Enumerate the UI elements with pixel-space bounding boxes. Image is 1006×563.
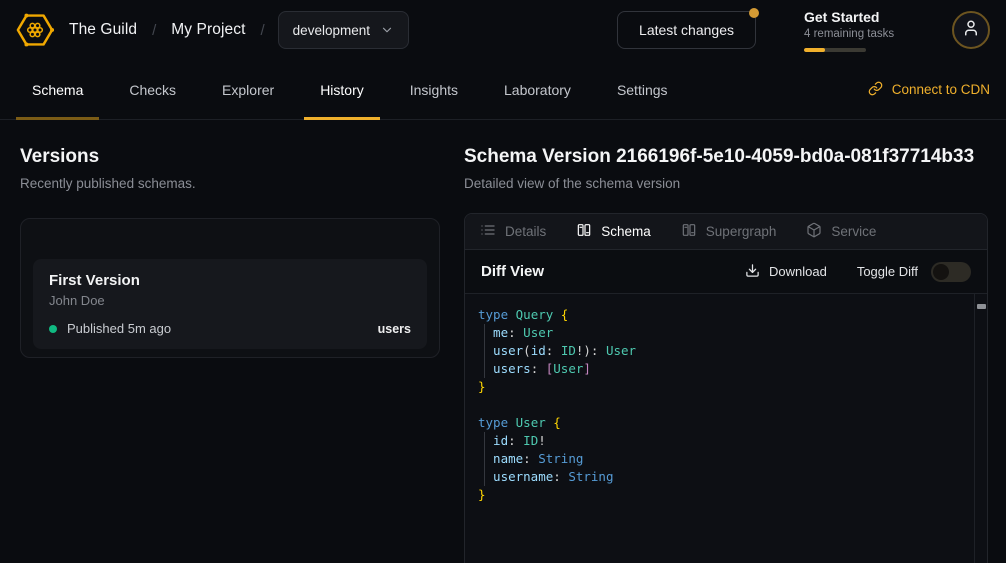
- code-line: me: User: [478, 324, 965, 342]
- detail-tab-service[interactable]: Service: [806, 222, 876, 241]
- nav-tab-settings[interactable]: Settings: [601, 60, 684, 119]
- connect-to-cdn-button[interactable]: Connect to CDN: [868, 60, 990, 119]
- get-started-subtitle: 4 remaining tasks: [804, 28, 900, 40]
- app-window: The Guild / My Project / development Lat…: [0, 0, 1006, 563]
- nav-tab-label: Laboratory: [504, 82, 571, 98]
- detail-tabstrip: Details Schema Supergraph: [465, 214, 987, 250]
- connect-to-cdn-label: Connect to CDN: [892, 82, 990, 97]
- nav-tab-laboratory[interactable]: Laboratory: [488, 60, 587, 119]
- breadcrumb-separator: /: [152, 22, 156, 39]
- diff-view-title: Diff View: [481, 263, 544, 280]
- code-line: user(id: ID!): User: [478, 342, 965, 360]
- top-header: The Guild / My Project / development Lat…: [0, 0, 1006, 60]
- versions-panel: Versions Recently published schemas. Fir…: [20, 146, 440, 563]
- get-started-progress-track: [804, 48, 866, 52]
- user-avatar[interactable]: [952, 11, 990, 49]
- code-line: }: [478, 378, 965, 396]
- versions-subtitle: Recently published schemas.: [20, 176, 440, 191]
- columns-icon: [576, 222, 592, 241]
- nav-tab-label: Schema: [32, 82, 83, 98]
- schema-code-viewer[interactable]: type Query { me: User user(id: ID!): Use…: [465, 293, 987, 563]
- columns-icon: [681, 222, 697, 241]
- get-started-title: Get Started: [804, 9, 900, 25]
- toggle-diff-label: Toggle Diff: [857, 264, 918, 279]
- link-icon: [868, 81, 883, 99]
- detail-tab-label: Service: [831, 224, 876, 239]
- nav-tab-label: Settings: [617, 82, 668, 98]
- status-dot: [49, 325, 57, 333]
- detail-tab-details[interactable]: Details: [480, 222, 546, 241]
- breadcrumb-org[interactable]: The Guild: [69, 21, 137, 39]
- code-line: username: String: [478, 468, 965, 486]
- versions-card: First Version John Doe Published 5m ago …: [20, 218, 440, 358]
- primary-nav: Schema Checks Explorer History Insights …: [0, 60, 1006, 120]
- indent-guide: [484, 432, 485, 486]
- code-scrollbar[interactable]: [974, 294, 987, 563]
- toggle-diff-group: Toggle Diff: [857, 262, 971, 282]
- version-name: First Version: [49, 272, 411, 289]
- chevron-down-icon: [380, 23, 394, 37]
- detail-tab-schema[interactable]: Schema: [576, 222, 651, 241]
- latest-changes-button[interactable]: Latest changes: [617, 11, 756, 49]
- detail-tab-label: Supergraph: [706, 224, 777, 239]
- environment-selector[interactable]: development: [278, 11, 409, 49]
- detail-tab-label: Schema: [601, 224, 651, 239]
- breadcrumb-project[interactable]: My Project: [171, 21, 245, 39]
- nav-tab-label: Explorer: [222, 82, 274, 98]
- code-line: }: [478, 486, 965, 504]
- detail-tab-label: Details: [505, 224, 546, 239]
- code-scrollbar-thumb[interactable]: [977, 304, 986, 309]
- version-author: John Doe: [49, 293, 411, 308]
- code-line: id: ID!: [478, 432, 965, 450]
- nav-tab-checks[interactable]: Checks: [113, 60, 192, 119]
- cube-icon: [806, 222, 822, 241]
- nav-tab-insights[interactable]: Insights: [394, 60, 474, 119]
- download-label: Download: [769, 264, 827, 279]
- notification-dot: [749, 8, 759, 18]
- user-icon: [962, 19, 980, 42]
- code-line: name: String: [478, 450, 965, 468]
- schema-detail-panel: Details Schema Supergraph: [464, 213, 988, 563]
- nav-tab-label: Insights: [410, 82, 458, 98]
- code-block: type Query { me: User user(id: ID!): Use…: [478, 306, 965, 504]
- version-list-item[interactable]: First Version John Doe Published 5m ago …: [33, 259, 427, 349]
- get-started-progress-fill: [804, 48, 825, 52]
- schema-version-title: Schema Version 2166196f-5e10-4059-bd0a-0…: [464, 146, 988, 168]
- hive-logo-icon[interactable]: [16, 11, 54, 49]
- list-icon: [480, 222, 496, 241]
- nav-tab-label: History: [320, 82, 364, 98]
- download-button[interactable]: Download: [745, 263, 827, 281]
- nav-tab-schema[interactable]: Schema: [16, 60, 99, 119]
- diff-view-toolbar: Diff View Download Toggle Diff: [465, 250, 987, 293]
- nav-tab-history[interactable]: History: [304, 60, 380, 119]
- environment-selector-value: development: [293, 23, 370, 38]
- breadcrumb: The Guild / My Project /: [69, 21, 265, 39]
- toggle-diff-switch[interactable]: [931, 262, 971, 282]
- code-line: type Query {: [478, 306, 965, 324]
- schema-version-subtitle: Detailed view of the schema version: [464, 176, 988, 191]
- detail-tab-supergraph[interactable]: Supergraph: [681, 222, 777, 241]
- version-service-tag: users: [378, 322, 411, 336]
- latest-changes-label: Latest changes: [639, 22, 734, 38]
- version-status-row: Published 5m ago users: [49, 321, 411, 336]
- code-line: [478, 396, 965, 414]
- breadcrumb-separator: /: [261, 22, 265, 39]
- main-content: Versions Recently published schemas. Fir…: [0, 120, 1006, 563]
- get-started-widget[interactable]: Get Started 4 remaining tasks: [804, 9, 900, 52]
- indent-guide: [484, 324, 485, 378]
- code-line: type User {: [478, 414, 965, 432]
- versions-title: Versions: [20, 146, 440, 168]
- version-status: Published 5m ago: [67, 321, 171, 336]
- schema-version-detail: Schema Version 2166196f-5e10-4059-bd0a-0…: [464, 146, 988, 563]
- nav-tab-label: Checks: [129, 82, 176, 98]
- nav-tab-explorer[interactable]: Explorer: [206, 60, 290, 119]
- toggle-knob: [933, 264, 949, 280]
- download-icon: [745, 263, 760, 281]
- code-line: users: [User]: [478, 360, 965, 378]
